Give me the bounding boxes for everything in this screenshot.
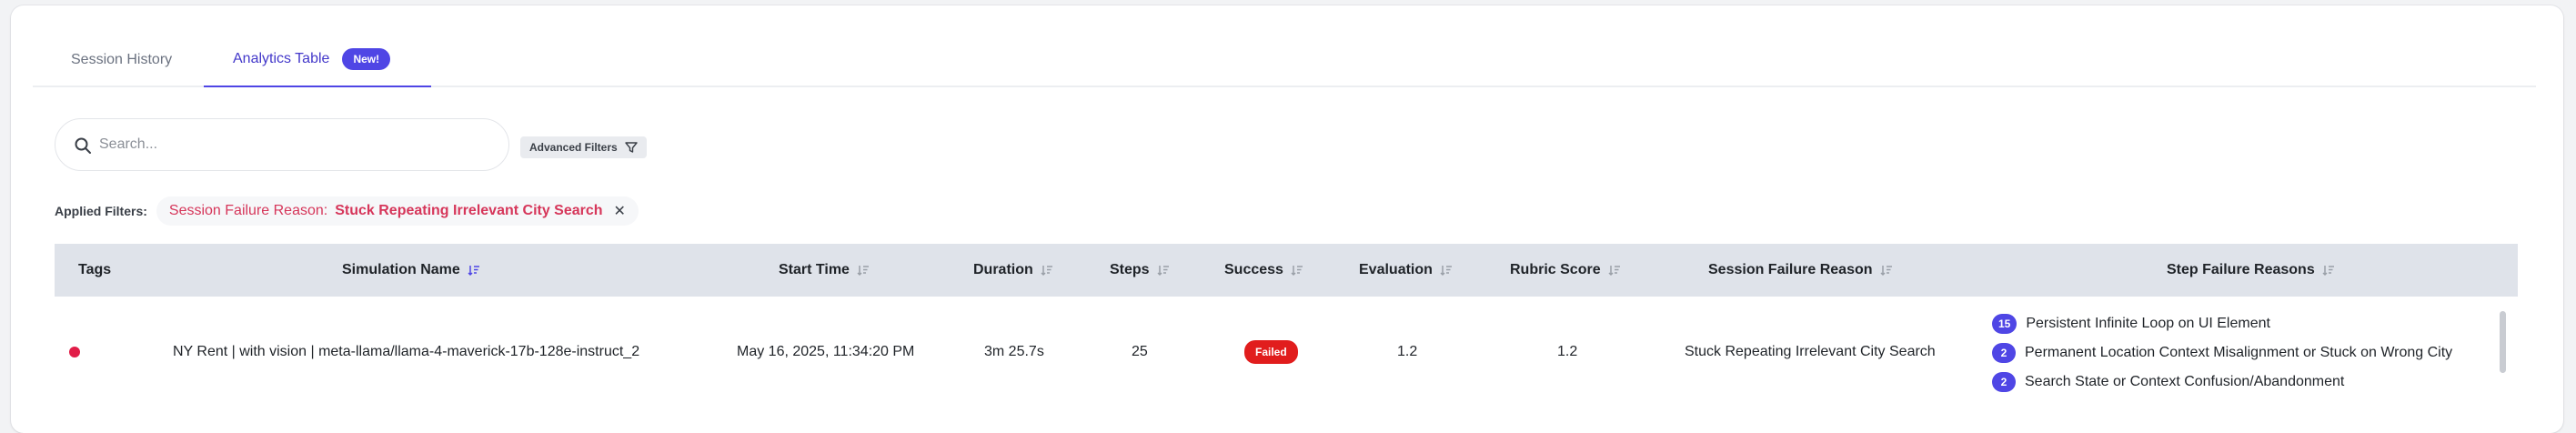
sort-icon[interactable] xyxy=(1157,264,1170,277)
tab-session-history[interactable]: Session History xyxy=(71,33,172,87)
steps-cell: 25 xyxy=(1132,297,1148,408)
session-failure-reason-cell: Stuck Repeating Irrelevant City Search xyxy=(1685,297,1936,408)
header-tags: Tags xyxy=(78,244,111,297)
header-simulation-name-label: Simulation Name xyxy=(342,262,460,277)
advanced-filters-button[interactable]: Advanced Filters xyxy=(520,136,647,158)
header-start-time[interactable]: Start Time xyxy=(779,244,870,297)
tab-bar: Session History Analytics Table New! xyxy=(33,33,2536,87)
sort-icon[interactable] xyxy=(1291,264,1303,277)
list-item: 15 Persistent Infinite Loop on UI Elemen… xyxy=(1992,309,2452,338)
duration: 3m 25.7s xyxy=(984,344,1044,359)
header-session-failure-reason[interactable]: Session Failure Reason xyxy=(1708,244,1893,297)
analytics-card: Session History Analytics Table New! Adv… xyxy=(11,5,2563,433)
step-failure-reasons-list: 15 Persistent Infinite Loop on UI Elemen… xyxy=(1992,309,2452,397)
duration-cell: 3m 25.7s xyxy=(984,297,1044,408)
session-failure-reason: Stuck Repeating Irrelevant City Search xyxy=(1685,344,1936,359)
search-icon xyxy=(75,137,91,154)
header-rubric-score[interactable]: Rubric Score xyxy=(1510,244,1621,297)
header-steps-label: Steps xyxy=(1110,262,1150,277)
count-badge: 15 xyxy=(1992,314,2018,334)
sort-icon[interactable] xyxy=(2322,264,2335,277)
header-evaluation[interactable]: Evaluation xyxy=(1359,244,1453,297)
header-steps[interactable]: Steps xyxy=(1110,244,1170,297)
evaluation: 1.2 xyxy=(1397,344,1418,359)
tag-dot xyxy=(69,347,80,357)
start-time: May 16, 2025, 11:34:20 PM xyxy=(737,344,915,359)
table-header: Tags Simulation Name Start Time Duration xyxy=(55,244,2518,297)
table-row[interactable]: NY Rent | with vision | meta-llama/llama… xyxy=(55,297,2518,408)
filter-chip: Session Failure Reason: Stuck Repeating … xyxy=(156,196,639,226)
close-icon[interactable]: ✕ xyxy=(614,202,626,220)
header-duration-label: Duration xyxy=(973,262,1033,277)
simulation-name: NY Rent | with vision | meta-llama/llama… xyxy=(173,344,640,359)
list-item: 2 Permanent Location Context Misalignmen… xyxy=(1992,338,2452,368)
header-session-failure-reason-label: Session Failure Reason xyxy=(1708,262,1873,277)
header-rubric-score-label: Rubric Score xyxy=(1510,262,1601,277)
scrollbar[interactable] xyxy=(2500,311,2506,373)
applied-filters: Applied Filters: Session Failure Reason:… xyxy=(55,196,639,226)
header-success-label: Success xyxy=(1224,262,1283,277)
count-badge: 2 xyxy=(1992,343,2016,363)
new-badge: New! xyxy=(342,48,391,70)
rubric-score: 1.2 xyxy=(1557,344,1578,359)
tab-session-history-label: Session History xyxy=(71,52,173,67)
header-step-failure-reasons-label: Step Failure Reasons xyxy=(2167,262,2315,277)
rubric-score-cell: 1.2 xyxy=(1557,297,1577,408)
sort-icon[interactable] xyxy=(1879,264,1893,277)
header-success[interactable]: Success xyxy=(1224,244,1303,297)
tab-analytics-table[interactable]: Analytics Table New! xyxy=(204,33,431,87)
sort-icon[interactable] xyxy=(1041,264,1053,277)
sort-icon[interactable] xyxy=(1608,264,1621,277)
tab-analytics-table-label: Analytics Table xyxy=(233,51,330,66)
status-badge: Failed xyxy=(1244,340,1298,364)
simulation-name-cell: NY Rent | with vision | meta-llama/llama… xyxy=(173,297,639,408)
header-evaluation-label: Evaluation xyxy=(1359,262,1433,277)
count-badge: 2 xyxy=(1992,372,2016,392)
step-failure-reason-text: Persistent Infinite Loop on UI Element xyxy=(2026,316,2270,331)
steps: 25 xyxy=(1132,344,1148,359)
search-box[interactable] xyxy=(55,118,509,171)
success-cell: Failed xyxy=(1244,297,1298,408)
step-failure-reason-text: Search State or Context Confusion/Abando… xyxy=(2025,374,2345,389)
sort-active-icon[interactable] xyxy=(468,264,480,277)
tags-cell xyxy=(69,297,80,408)
list-item: 2 Search State or Context Confusion/Aban… xyxy=(1992,368,2452,397)
advanced-filters-label: Advanced Filters xyxy=(529,141,618,154)
header-start-time-label: Start Time xyxy=(779,262,850,277)
applied-filters-label: Applied Filters: xyxy=(55,204,147,218)
filter-chip-key: Session Failure Reason: xyxy=(168,203,328,218)
header-tags-label: Tags xyxy=(78,262,112,277)
step-failure-reason-text: Permanent Location Context Misalignment … xyxy=(2025,345,2453,360)
header-duration[interactable]: Duration xyxy=(973,244,1053,297)
sort-icon[interactable] xyxy=(857,264,870,277)
header-simulation-name[interactable]: Simulation Name xyxy=(342,244,480,297)
start-time-cell: May 16, 2025, 11:34:20 PM xyxy=(737,297,914,408)
header-step-failure-reasons[interactable]: Step Failure Reasons xyxy=(2167,244,2335,297)
sort-icon[interactable] xyxy=(1440,264,1453,277)
analytics-table: Tags Simulation Name Start Time Duration xyxy=(55,244,2518,408)
filter-chip-value: Stuck Repeating Irrelevant City Search xyxy=(335,203,603,218)
search-input[interactable] xyxy=(99,136,481,153)
evaluation-cell: 1.2 xyxy=(1397,297,1417,408)
funnel-icon xyxy=(625,142,638,153)
